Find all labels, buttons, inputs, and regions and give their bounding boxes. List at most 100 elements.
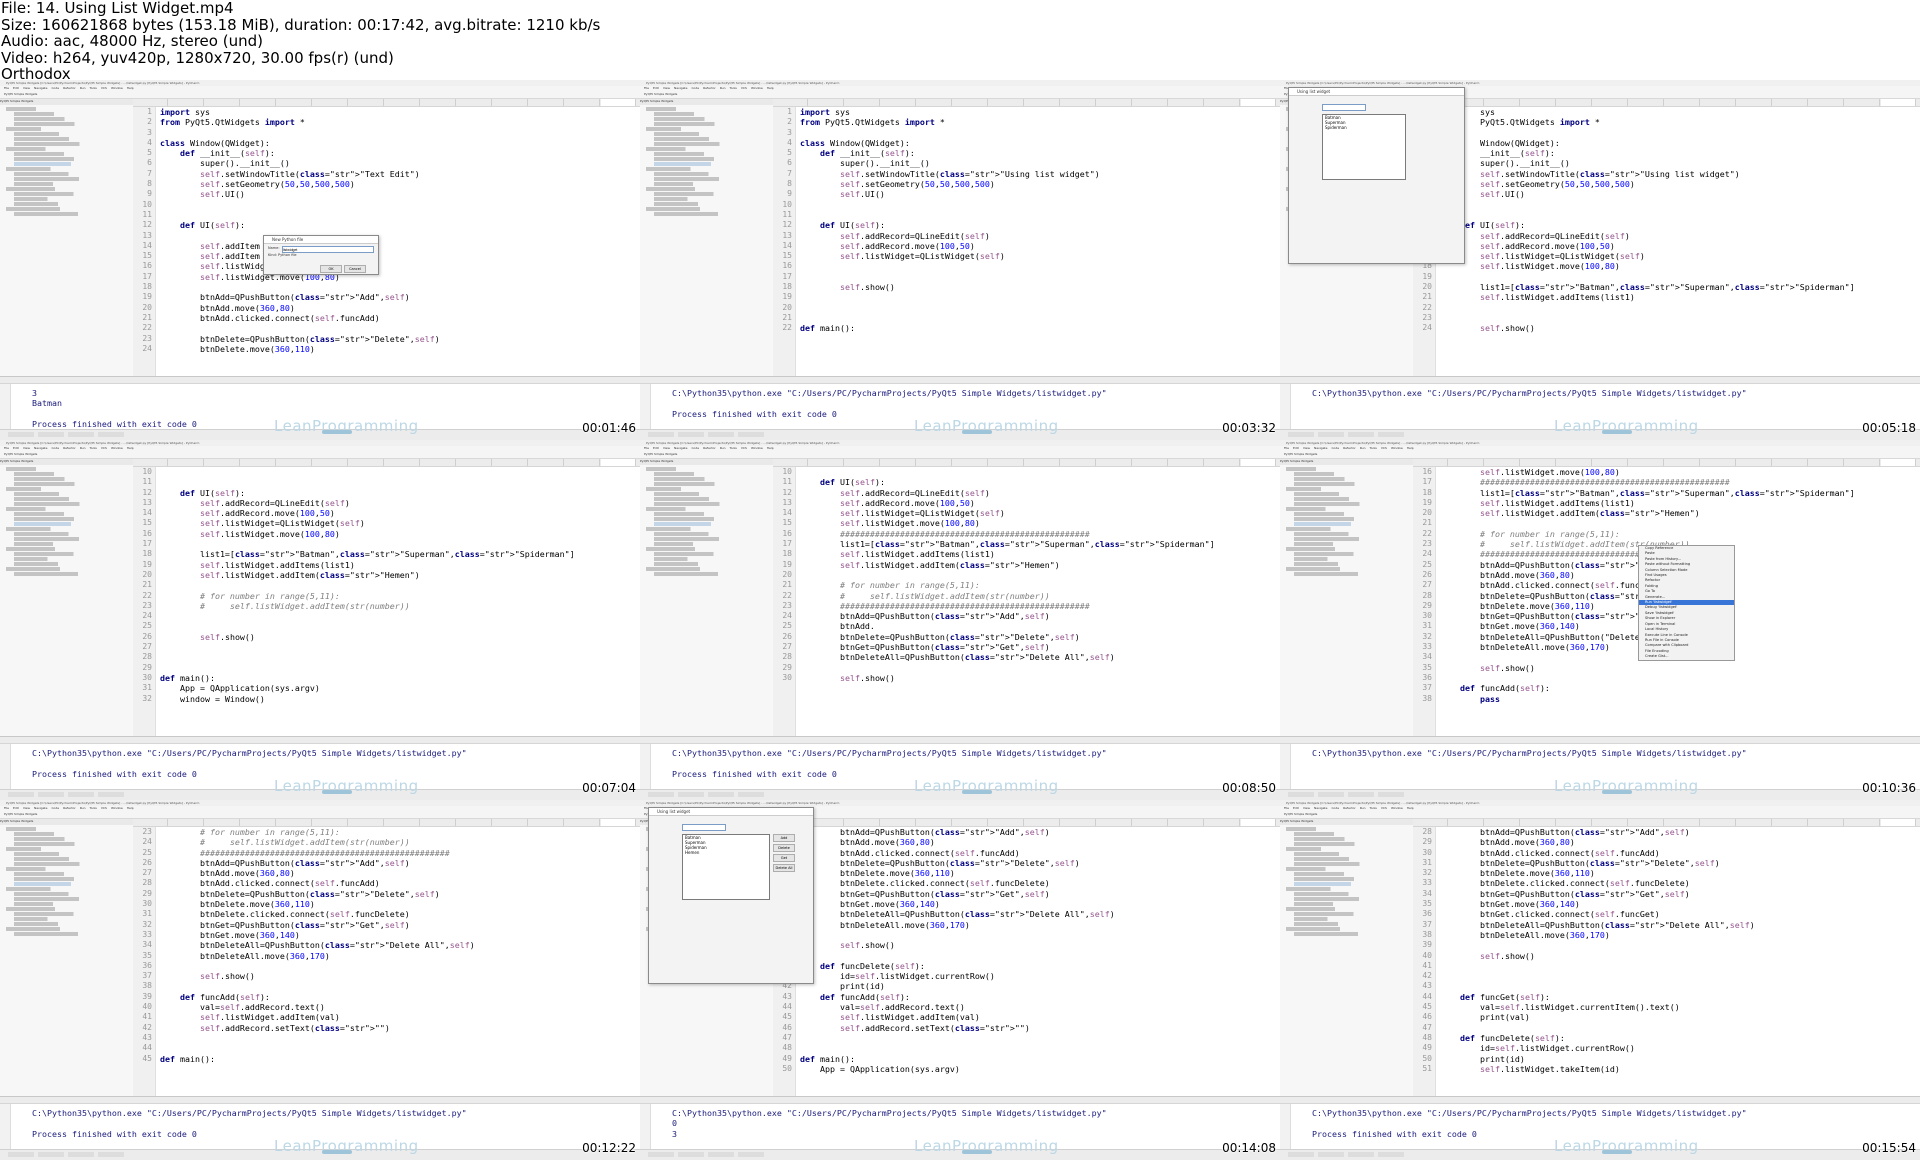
tree-item[interactable] xyxy=(14,571,121,577)
tree-item[interactable] xyxy=(654,181,719,187)
tree-item[interactable] xyxy=(654,176,762,182)
editor-tab[interactable] xyxy=(773,459,808,466)
editor-tab[interactable] xyxy=(205,99,240,106)
context-menu-item[interactable]: Create Gist... xyxy=(1639,654,1734,659)
tree-item[interactable] xyxy=(14,191,113,197)
editor-tab[interactable] xyxy=(1241,819,1276,826)
tree-item[interactable] xyxy=(14,151,97,157)
tree-item[interactable] xyxy=(14,836,98,842)
editor-tab[interactable] xyxy=(349,99,384,106)
editor-tab[interactable] xyxy=(529,459,564,466)
status-tab[interactable] xyxy=(708,792,734,797)
tree-item[interactable] xyxy=(1294,916,1350,922)
tree-item[interactable] xyxy=(654,511,737,517)
menu-item[interactable]: Code xyxy=(1331,446,1339,450)
tree-item[interactable] xyxy=(654,131,729,137)
tree-item[interactable] xyxy=(6,566,96,572)
tree-item[interactable] xyxy=(1294,491,1369,497)
editor-tab[interactable] xyxy=(1737,819,1772,826)
tree-item[interactable] xyxy=(1286,846,1344,852)
menu-item[interactable]: Help xyxy=(767,86,774,90)
menu-item[interactable]: Edit xyxy=(13,446,19,450)
editor-tab[interactable] xyxy=(1413,819,1448,826)
editor-tab[interactable] xyxy=(917,459,952,466)
menu-item[interactable]: Run xyxy=(720,446,726,450)
tree-item[interactable] xyxy=(646,486,704,492)
project-breadcrumb[interactable]: PyQt5 Simple Widgets xyxy=(4,452,37,456)
tree-item[interactable] xyxy=(14,876,114,882)
status-tab[interactable] xyxy=(68,792,94,797)
menu-item[interactable]: Code xyxy=(691,86,699,90)
menu-item[interactable]: Run xyxy=(80,446,86,450)
status-tab[interactable] xyxy=(708,1152,734,1157)
editor-tab[interactable] xyxy=(385,99,420,106)
tree-item[interactable] xyxy=(646,566,736,572)
editor-tab[interactable] xyxy=(1881,819,1916,826)
tree-item[interactable] xyxy=(1294,921,1367,927)
editor-tab[interactable] xyxy=(1701,99,1736,106)
editor-tab[interactable] xyxy=(313,819,348,826)
tree-item[interactable] xyxy=(6,107,56,112)
editor-tab[interactable] xyxy=(169,99,204,106)
code-text[interactable]: def UI(self): self.addRecord=QLineEdit(s… xyxy=(160,467,636,704)
menu-item[interactable]: Window xyxy=(111,806,123,810)
tree-item[interactable] xyxy=(1286,486,1344,492)
status-tab[interactable] xyxy=(738,792,764,797)
status-tab[interactable] xyxy=(98,792,124,797)
editor-tab[interactable] xyxy=(1629,459,1664,466)
menu-item[interactable]: Window xyxy=(1391,446,1403,450)
editor-tab[interactable] xyxy=(241,819,276,826)
status-tab[interactable] xyxy=(8,792,34,797)
tree-item[interactable] xyxy=(14,131,89,137)
status-tab[interactable] xyxy=(1288,432,1314,437)
menu-item[interactable]: Code xyxy=(1331,806,1339,810)
menu-item[interactable]: VCS xyxy=(101,86,107,90)
tree-item[interactable] xyxy=(14,831,81,837)
editor-tab[interactable] xyxy=(1485,459,1520,466)
editor-tab[interactable] xyxy=(565,99,600,106)
tree-item[interactable] xyxy=(14,141,123,147)
editor-tab[interactable] xyxy=(169,459,204,466)
status-tab[interactable] xyxy=(38,1152,64,1157)
tree-item[interactable] xyxy=(1294,516,1394,522)
tree-item[interactable] xyxy=(646,107,696,112)
tree-item[interactable] xyxy=(1294,931,1401,937)
status-tab[interactable] xyxy=(38,792,64,797)
editor-tab[interactable] xyxy=(917,819,952,826)
tree-item[interactable] xyxy=(6,886,80,892)
project-breadcrumb[interactable]: PyQt5 Simple Widgets xyxy=(1284,812,1317,816)
tree-item[interactable] xyxy=(654,116,738,122)
project-breadcrumb[interactable]: PyQt5 Simple Widgets xyxy=(4,92,37,96)
status-tab[interactable] xyxy=(98,1152,124,1157)
menu-item[interactable]: Navigate xyxy=(34,806,47,810)
menu-item[interactable]: Navigate xyxy=(34,446,47,450)
tree-item[interactable] xyxy=(1294,856,1386,862)
tree-item[interactable] xyxy=(14,181,79,187)
tree-item[interactable] xyxy=(654,136,746,142)
tree-item[interactable] xyxy=(654,151,737,157)
menu-item[interactable]: Edit xyxy=(13,86,19,90)
editor-tab[interactable] xyxy=(385,819,420,826)
code-text[interactable]: import sys from PyQt5.QtWidgets import *… xyxy=(160,107,636,354)
tree-item[interactable] xyxy=(654,516,754,522)
tree-item[interactable] xyxy=(1294,531,1385,537)
menu-item[interactable]: Navigate xyxy=(1314,806,1327,810)
menu-item[interactable]: File xyxy=(1284,446,1289,450)
menu-item[interactable]: Help xyxy=(1407,806,1414,810)
editor-tab[interactable] xyxy=(313,99,348,106)
tree-item[interactable] xyxy=(14,211,121,217)
tree-item[interactable] xyxy=(654,536,762,542)
menu-item[interactable]: File xyxy=(4,446,9,450)
tree-item[interactable] xyxy=(14,841,115,847)
menu-item[interactable]: Edit xyxy=(653,86,659,90)
tree-item[interactable] xyxy=(654,491,729,497)
editor-tab[interactable] xyxy=(1169,819,1204,826)
tree-item[interactable] xyxy=(654,556,710,562)
status-tab[interactable] xyxy=(1318,432,1344,437)
tree-item[interactable] xyxy=(1294,911,1393,917)
tree-item[interactable] xyxy=(654,111,721,117)
tree-item[interactable] xyxy=(1294,896,1402,902)
tree-item[interactable] xyxy=(654,121,755,127)
editor-tab[interactable] xyxy=(773,99,808,106)
editor-tab[interactable] xyxy=(1485,99,1520,106)
